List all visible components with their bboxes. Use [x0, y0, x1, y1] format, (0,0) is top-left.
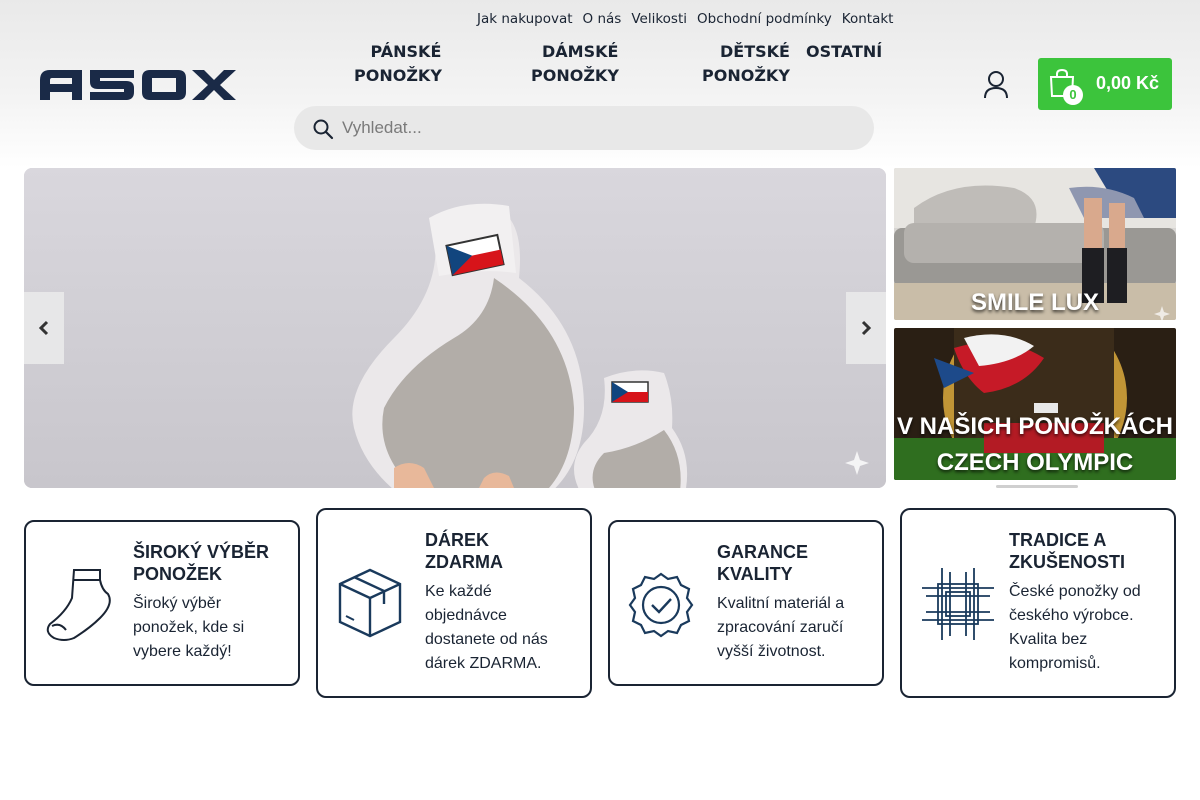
- slider-next-button[interactable]: [846, 292, 886, 364]
- cart-button[interactable]: 0 0,00 Kč: [1038, 58, 1172, 110]
- nav-kids-socks[interactable]: DĚTSKÉ PONOŽKY: [702, 40, 790, 88]
- chevron-left-icon: [38, 320, 49, 336]
- nav-other[interactable]: OSTATNÍ: [806, 40, 882, 64]
- top-link-contact[interactable]: Kontakt: [837, 11, 899, 27]
- nav-womens-line1: DÁMSKÉ: [542, 42, 619, 61]
- slider-prev-button[interactable]: [24, 292, 64, 364]
- banner-pager: [996, 485, 1078, 488]
- cart-count-badge: 0: [1063, 85, 1083, 105]
- nav-mens-line2: PONOŽKY: [354, 66, 442, 85]
- feature-description: České ponožky od českého výrobce. Kvalit…: [1009, 583, 1141, 672]
- tradition-weave-icon: [922, 568, 994, 640]
- feature-description: Široký výběr ponožek, kde si vybere každ…: [133, 595, 245, 660]
- top-link-sizes[interactable]: Velikosti: [626, 11, 692, 27]
- feature-title: ŠIROKÝ VÝBĚR PONOŽEK: [133, 542, 270, 584]
- nav-mens-line1: PÁNSKÉ: [370, 42, 442, 61]
- search-icon[interactable]: [312, 118, 334, 140]
- nav-womens-socks[interactable]: DÁMSKÉ PONOŽKY: [531, 40, 619, 88]
- nav-kids-line2: PONOŽKY: [702, 66, 790, 85]
- hero-socks-image: [24, 168, 886, 488]
- feature-title: DÁREK ZDARMA: [425, 530, 503, 572]
- top-link-about[interactable]: O nás: [578, 11, 627, 27]
- feature-wide-selection: ŠIROKÝ VÝBĚR PONOŽEK Široký výběr ponože…: [24, 520, 300, 686]
- banner-czech-olympic-caption-line2: CZECH OLYMPIC: [936, 449, 1134, 476]
- feature-description: Kvalitní materiál a zpracování zaručí vy…: [717, 595, 845, 660]
- top-link-terms[interactable]: Obchodní podmínky: [692, 11, 837, 27]
- nav-other-line1: OSTATNÍ: [806, 42, 883, 61]
- cart-total: 0,00 Kč: [1096, 73, 1160, 93]
- search-bar: [294, 106, 874, 150]
- nav-womens-line2: PONOŽKY: [531, 66, 619, 85]
- feature-title: TRADICE A ZKUŠENOSTI: [1009, 530, 1126, 572]
- site-header: Jak nakupovat O nás Velikosti Obchodní p…: [0, 0, 1200, 168]
- feature-tradition: TRADICE A ZKUŠENOSTI České ponožky od če…: [900, 508, 1176, 698]
- feature-title: GARANCE KVALITY: [717, 542, 809, 584]
- chevron-right-icon: [861, 320, 872, 336]
- box-icon: [338, 568, 402, 638]
- nav-kids-line1: DĚTSKÉ: [720, 42, 790, 61]
- banner-czech-olympic[interactable]: V NAŠICH PONOŽKÁCH CZECH OLYMPIC: [894, 328, 1176, 480]
- banner-smile-lux[interactable]: SMILE LUX: [894, 168, 1176, 320]
- search-input[interactable]: [342, 106, 862, 150]
- sock-icon: [46, 569, 111, 641]
- user-icon[interactable]: [982, 70, 1010, 100]
- nav-mens-socks[interactable]: PÁNSKÉ PONOŽKY: [354, 40, 442, 88]
- czech-flag-small: [611, 381, 649, 403]
- banner-smile-lux-caption: SMILE LUX: [970, 289, 1099, 316]
- asox-logo[interactable]: [38, 66, 236, 102]
- feature-quality-guarantee: GARANCE KVALITY Kvalitní materiál a zpra…: [608, 520, 884, 686]
- top-link-how-to-buy[interactable]: Jak nakupovat: [472, 11, 578, 27]
- top-links: Jak nakupovat O nás Velikosti Obchodní p…: [472, 11, 898, 27]
- hero-slider[interactable]: [24, 168, 886, 488]
- banner-czech-olympic-caption-line1: V NAŠICH PONOŽKÁCH: [896, 413, 1173, 440]
- feature-free-gift: DÁREK ZDARMA Ke každé objednávce dostane…: [316, 508, 592, 698]
- quality-badge-icon: [628, 572, 694, 638]
- feature-description: Ke každé objednávce dostanete od nás dár…: [425, 583, 548, 672]
